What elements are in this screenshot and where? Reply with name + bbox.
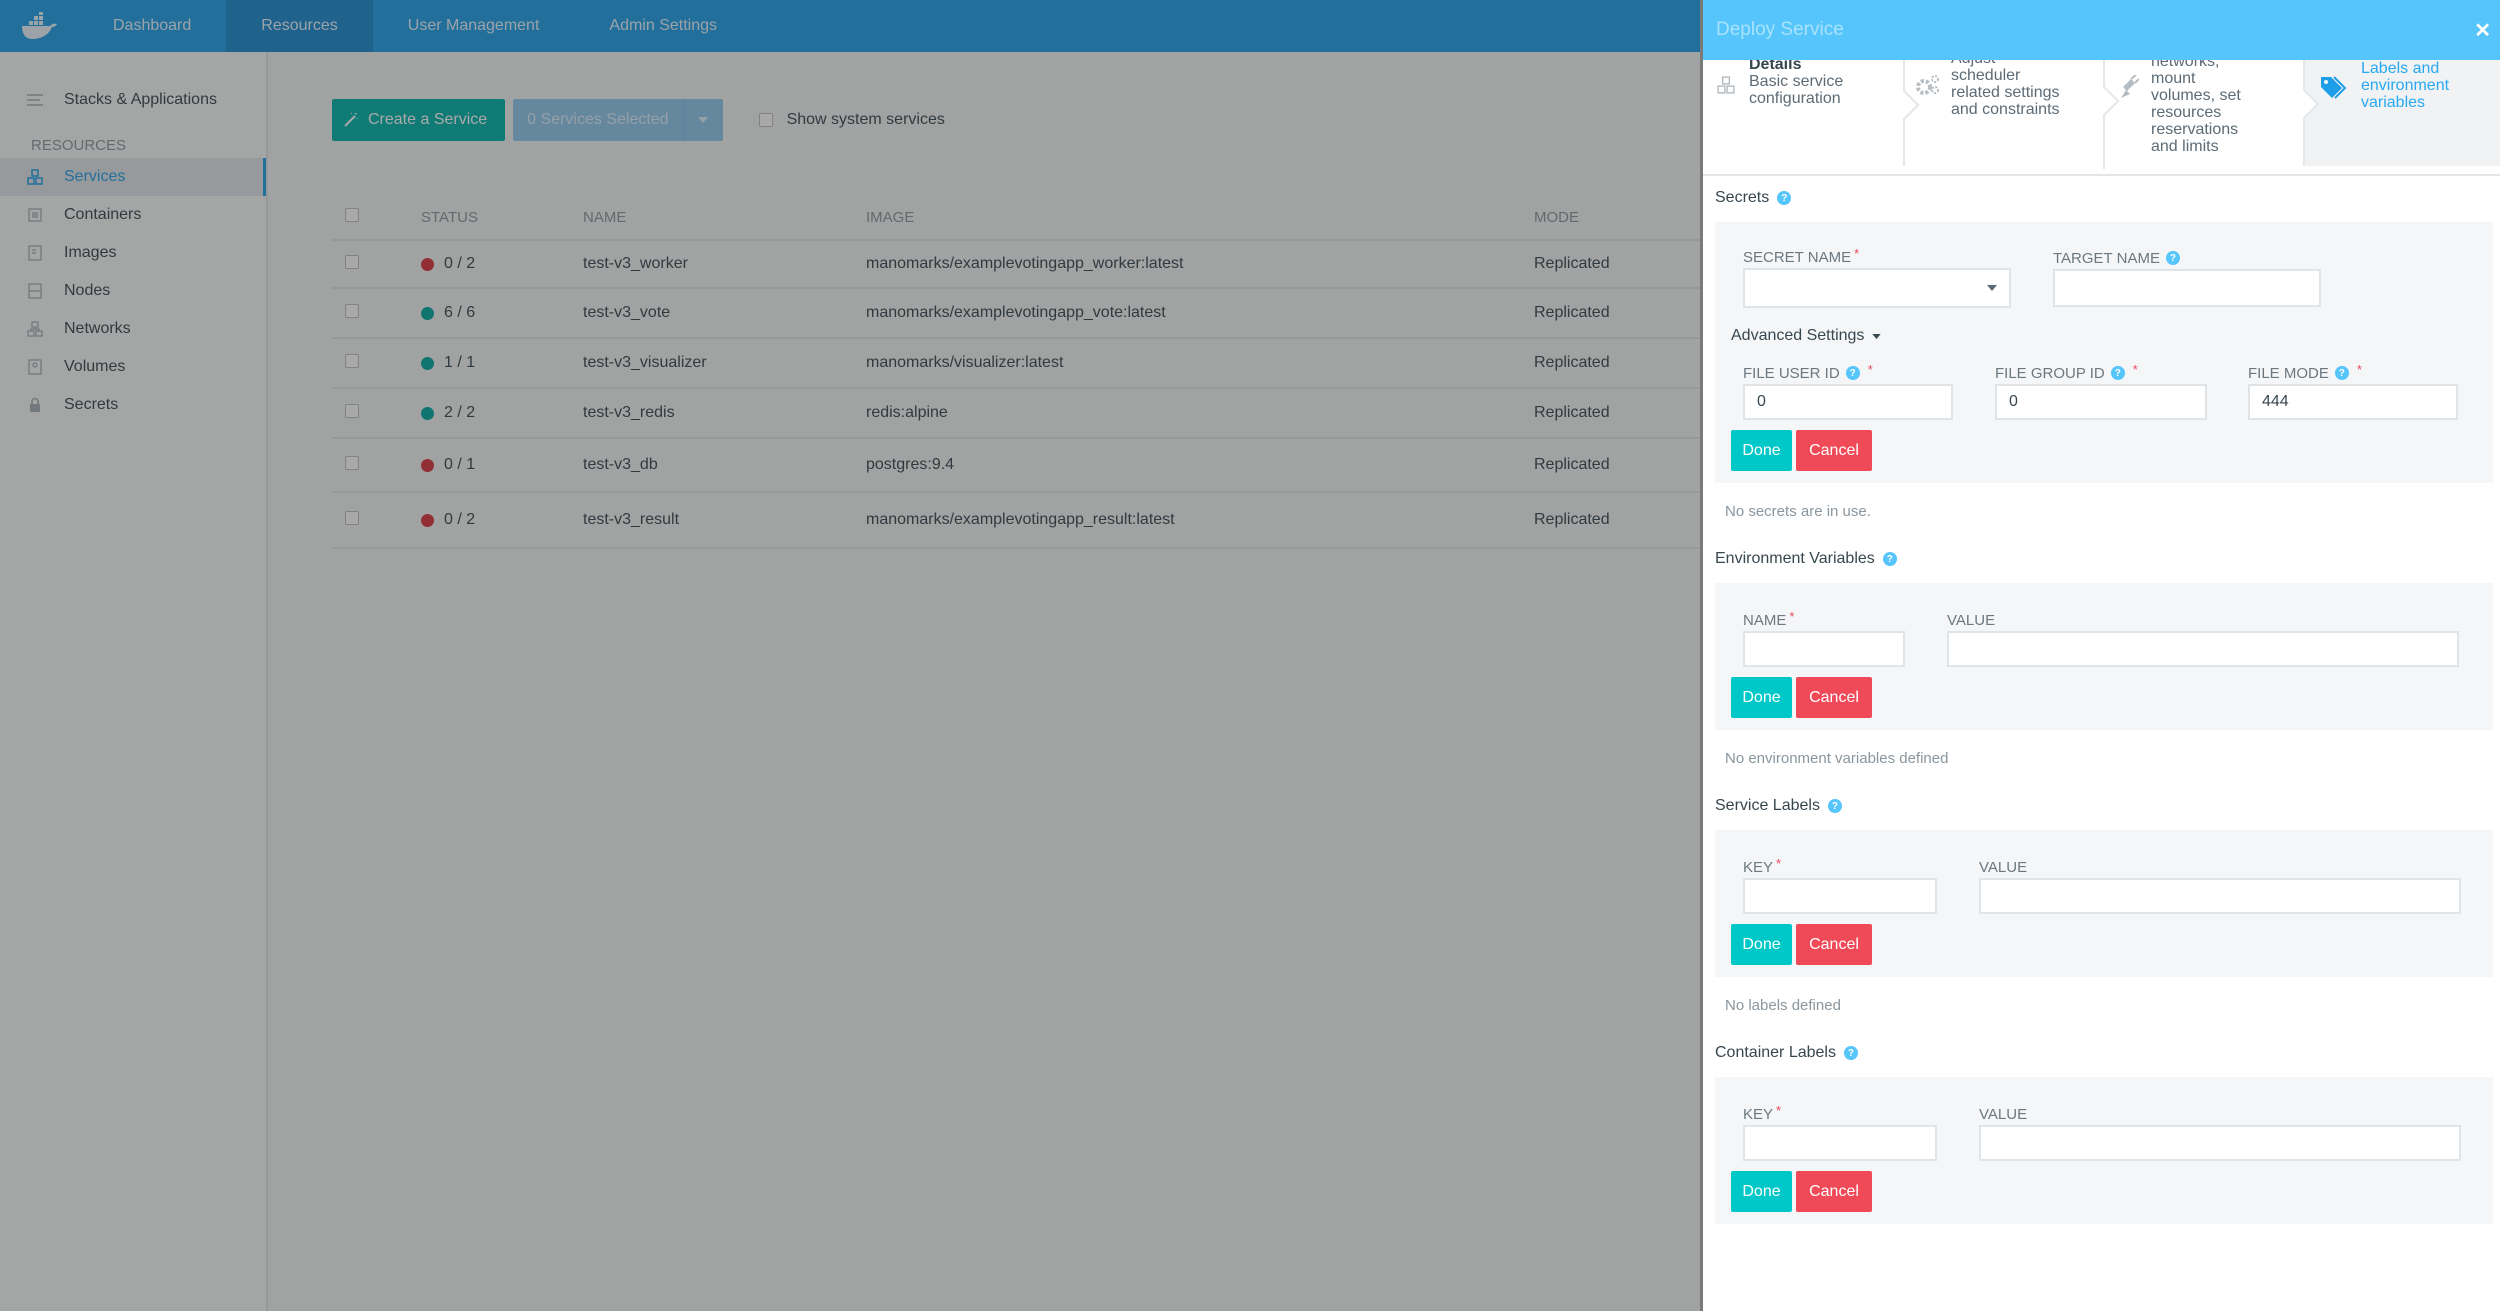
- wizard-step-resources[interactable]: networks, mount volumes, set resources r…: [2103, 53, 2320, 169]
- step-description: networks, mount volumes, set resources r…: [2151, 53, 2241, 155]
- section-title-text: Container Labels: [1715, 1044, 1836, 1061]
- advanced-settings-label: Advanced Settings: [1731, 327, 1865, 344]
- help-icon[interactable]: ?: [2110, 366, 2125, 380]
- env-done-button[interactable]: Done: [1731, 677, 1792, 718]
- required-marker: *: [2356, 362, 2362, 377]
- service-labels-empty-text: No labels defined: [1725, 996, 1841, 1014]
- help-icon[interactable]: ?: [1843, 1046, 1858, 1060]
- deploy-service-panel: Deploy Service ✕ Details Basic service c…: [1700, 0, 2500, 1311]
- target-name-input[interactable]: [2053, 269, 2321, 307]
- section-title-text: Environment Variables: [1715, 550, 1875, 567]
- caret-down-icon: [1987, 285, 1997, 291]
- required-marker: *: [1776, 856, 1782, 871]
- help-icon[interactable]: ?: [2334, 366, 2349, 380]
- container-label-value-input[interactable]: [1979, 1125, 2461, 1161]
- service-label-value-label: VALUE: [1979, 858, 2028, 876]
- panel-header: Deploy Service ✕: [1703, 0, 2500, 60]
- close-icon[interactable]: ✕: [2474, 18, 2491, 43]
- env-section-title: Environment Variables ?: [1715, 539, 2493, 579]
- caret-down-icon: [1872, 333, 1882, 339]
- required-marker: *: [1776, 1103, 1782, 1118]
- container-labels-cancel-button[interactable]: Cancel: [1796, 1171, 1872, 1212]
- wizard-step-environment[interactable]: Environment Labels and environment varia…: [2303, 50, 2500, 166]
- wizard-step-details[interactable]: Details Basic service configuration: [1703, 54, 1920, 170]
- help-icon[interactable]: ?: [1845, 366, 1860, 380]
- env-value-input[interactable]: [1947, 631, 2459, 667]
- required-marker: *: [2132, 362, 2138, 377]
- container-label-value-label: VALUE: [1979, 1105, 2028, 1123]
- secrets-section-title: Secrets ?: [1715, 178, 2493, 218]
- container-labels-section-title: Container Labels ?: [1715, 1033, 2493, 1073]
- required-marker: *: [1854, 246, 1860, 261]
- wizard-step-scheduling[interactable]: Adjust scheduler related settings and co…: [1903, 50, 2120, 166]
- secrets-done-button[interactable]: Done: [1731, 430, 1792, 471]
- file-user-id-input[interactable]: [1743, 384, 1953, 420]
- wizard-steps: Details Basic service configuration Adju…: [1703, 50, 2500, 176]
- section-title-text: Secrets: [1715, 189, 1770, 206]
- help-icon[interactable]: ?: [2165, 251, 2180, 265]
- container-labels-done-button[interactable]: Done: [1731, 1171, 1792, 1212]
- panel-content: Secrets ? SECRET NAME * TARGET NAME? Adva: [1703, 178, 2500, 1224]
- advanced-settings-toggle[interactable]: Advanced Settings: [1731, 316, 2475, 356]
- step-description: Basic service configuration: [1749, 73, 1844, 107]
- env-name-input[interactable]: [1743, 631, 1905, 667]
- required-marker: *: [1789, 609, 1795, 624]
- step-description: Labels and environment variables: [2361, 60, 2450, 111]
- plug-icon: [2105, 53, 2151, 169]
- service-labels-section-title: Service Labels ?: [1715, 786, 2493, 826]
- help-icon[interactable]: ?: [1827, 799, 1842, 813]
- container-labels-form: KEY * VALUE Done Cancel: [1715, 1077, 2493, 1224]
- env-name-label: NAME: [1743, 611, 1787, 629]
- required-marker: *: [1867, 362, 1873, 377]
- step-description: Adjust scheduler related settings and co…: [1951, 50, 2060, 118]
- services-icon: [1703, 54, 1749, 170]
- container-label-key-label: KEY: [1743, 1105, 1774, 1123]
- secrets-empty-text: No secrets are in use.: [1725, 502, 1871, 520]
- file-user-id-label: FILE USER ID: [1743, 364, 1840, 382]
- env-value-label: VALUE: [1947, 611, 1996, 629]
- file-group-id-input[interactable]: [1995, 384, 2207, 420]
- help-icon[interactable]: ?: [1777, 191, 1792, 205]
- container-label-key-input[interactable]: [1743, 1125, 1937, 1161]
- env-cancel-button[interactable]: Cancel: [1796, 677, 1872, 718]
- help-icon[interactable]: ?: [1882, 552, 1897, 566]
- secret-name-label: SECRET NAME: [1743, 248, 1852, 266]
- env-form: NAME * VALUE Done Cancel: [1715, 583, 2493, 730]
- env-empty-text: No environment variables defined: [1725, 749, 1949, 767]
- service-labels-cancel-button[interactable]: Cancel: [1796, 924, 1872, 965]
- file-mode-label: FILE MODE: [2248, 364, 2329, 382]
- panel-title: Deploy Service: [1716, 19, 1844, 40]
- service-label-value-input[interactable]: [1979, 878, 2461, 914]
- file-mode-input[interactable]: [2248, 384, 2458, 420]
- secret-name-select[interactable]: [1743, 268, 2011, 308]
- secrets-form: SECRET NAME * TARGET NAME? Advanced Setti…: [1715, 222, 2493, 483]
- secrets-cancel-button[interactable]: Cancel: [1796, 430, 1872, 471]
- section-title-text: Service Labels: [1715, 797, 1820, 814]
- service-label-key-input[interactable]: [1743, 878, 1937, 914]
- service-label-key-label: KEY: [1743, 858, 1774, 876]
- service-labels-form: KEY * VALUE Done Cancel: [1715, 830, 2493, 977]
- target-name-label: TARGET NAME: [2053, 249, 2160, 267]
- file-group-id-label: FILE GROUP ID: [1995, 364, 2105, 382]
- service-labels-done-button[interactable]: Done: [1731, 924, 1792, 965]
